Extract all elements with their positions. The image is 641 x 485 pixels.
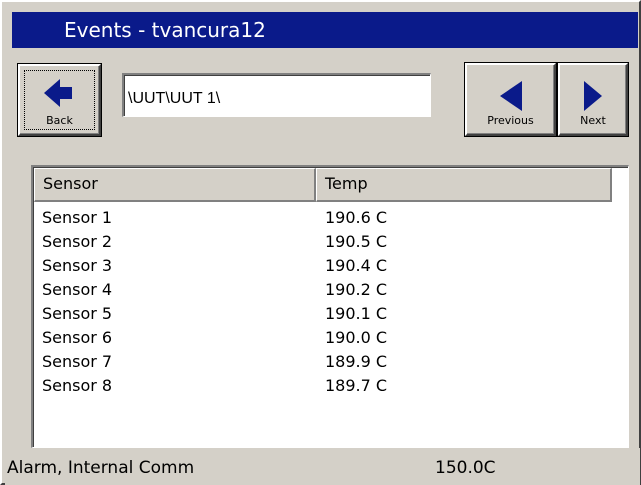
sensor-list[interactable]: Sensor Temp Sensor 1 190.6 C Sensor 2 19… bbox=[31, 165, 629, 448]
sensor-cell: Sensor 4 bbox=[42, 280, 113, 299]
temp-cell: 189.7 C bbox=[325, 376, 388, 395]
column-header-sensor[interactable]: Sensor bbox=[34, 168, 316, 202]
previous-button-label: Previous bbox=[487, 114, 534, 127]
status-temperature: 150.0C bbox=[435, 458, 496, 478]
list-header: Sensor Temp bbox=[34, 168, 612, 202]
sensor-cell: Sensor 2 bbox=[42, 232, 113, 251]
window-title: Events - tvancura12 bbox=[12, 12, 638, 48]
arrow-left-icon bbox=[43, 79, 72, 107]
table-row[interactable]: Sensor 2 190.5 C bbox=[34, 230, 516, 254]
sensor-cell: Sensor 6 bbox=[42, 328, 113, 347]
next-button-label: Next bbox=[580, 114, 606, 127]
list-rows: Sensor 1 190.6 C Sensor 2 190.5 C Sensor… bbox=[34, 206, 516, 398]
previous-button[interactable]: Previous bbox=[465, 63, 556, 136]
column-header-temp[interactable]: Temp bbox=[316, 168, 612, 202]
temp-cell: 190.4 C bbox=[325, 256, 388, 275]
triangle-right-icon bbox=[584, 81, 602, 111]
sensor-cell: Sensor 3 bbox=[42, 256, 113, 275]
table-row[interactable]: Sensor 6 190.0 C bbox=[34, 326, 516, 350]
temp-cell: 190.1 C bbox=[325, 304, 388, 323]
back-button-label: Back bbox=[46, 114, 73, 127]
sensor-cell: Sensor 5 bbox=[42, 304, 113, 323]
temp-cell: 190.5 C bbox=[325, 232, 388, 251]
table-row[interactable]: Sensor 1 190.6 C bbox=[34, 206, 516, 230]
temp-cell: 190.2 C bbox=[325, 280, 388, 299]
status-bar: Alarm, Internal Comm 150.0C bbox=[5, 448, 640, 485]
path-input[interactable] bbox=[122, 73, 431, 117]
table-row[interactable]: Sensor 4 190.2 C bbox=[34, 278, 516, 302]
table-row[interactable]: Sensor 8 189.7 C bbox=[34, 374, 516, 398]
temp-cell: 189.9 C bbox=[325, 352, 388, 371]
next-button[interactable]: Next bbox=[558, 63, 628, 136]
sensor-cell: Sensor 1 bbox=[42, 208, 113, 227]
back-button[interactable]: Back bbox=[18, 64, 101, 136]
events-screen: Events - tvancura12 Back Previous Next S… bbox=[0, 0, 641, 485]
table-row[interactable]: Sensor 5 190.1 C bbox=[34, 302, 516, 326]
table-row[interactable]: Sensor 7 189.9 C bbox=[34, 350, 516, 374]
triangle-left-icon bbox=[499, 81, 522, 111]
table-row[interactable]: Sensor 3 190.4 C bbox=[34, 254, 516, 278]
temp-cell: 190.0 C bbox=[325, 328, 388, 347]
temp-cell: 190.6 C bbox=[325, 208, 388, 227]
sensor-cell: Sensor 8 bbox=[42, 376, 113, 395]
sensor-cell: Sensor 7 bbox=[42, 352, 113, 371]
status-message: Alarm, Internal Comm bbox=[7, 458, 195, 478]
